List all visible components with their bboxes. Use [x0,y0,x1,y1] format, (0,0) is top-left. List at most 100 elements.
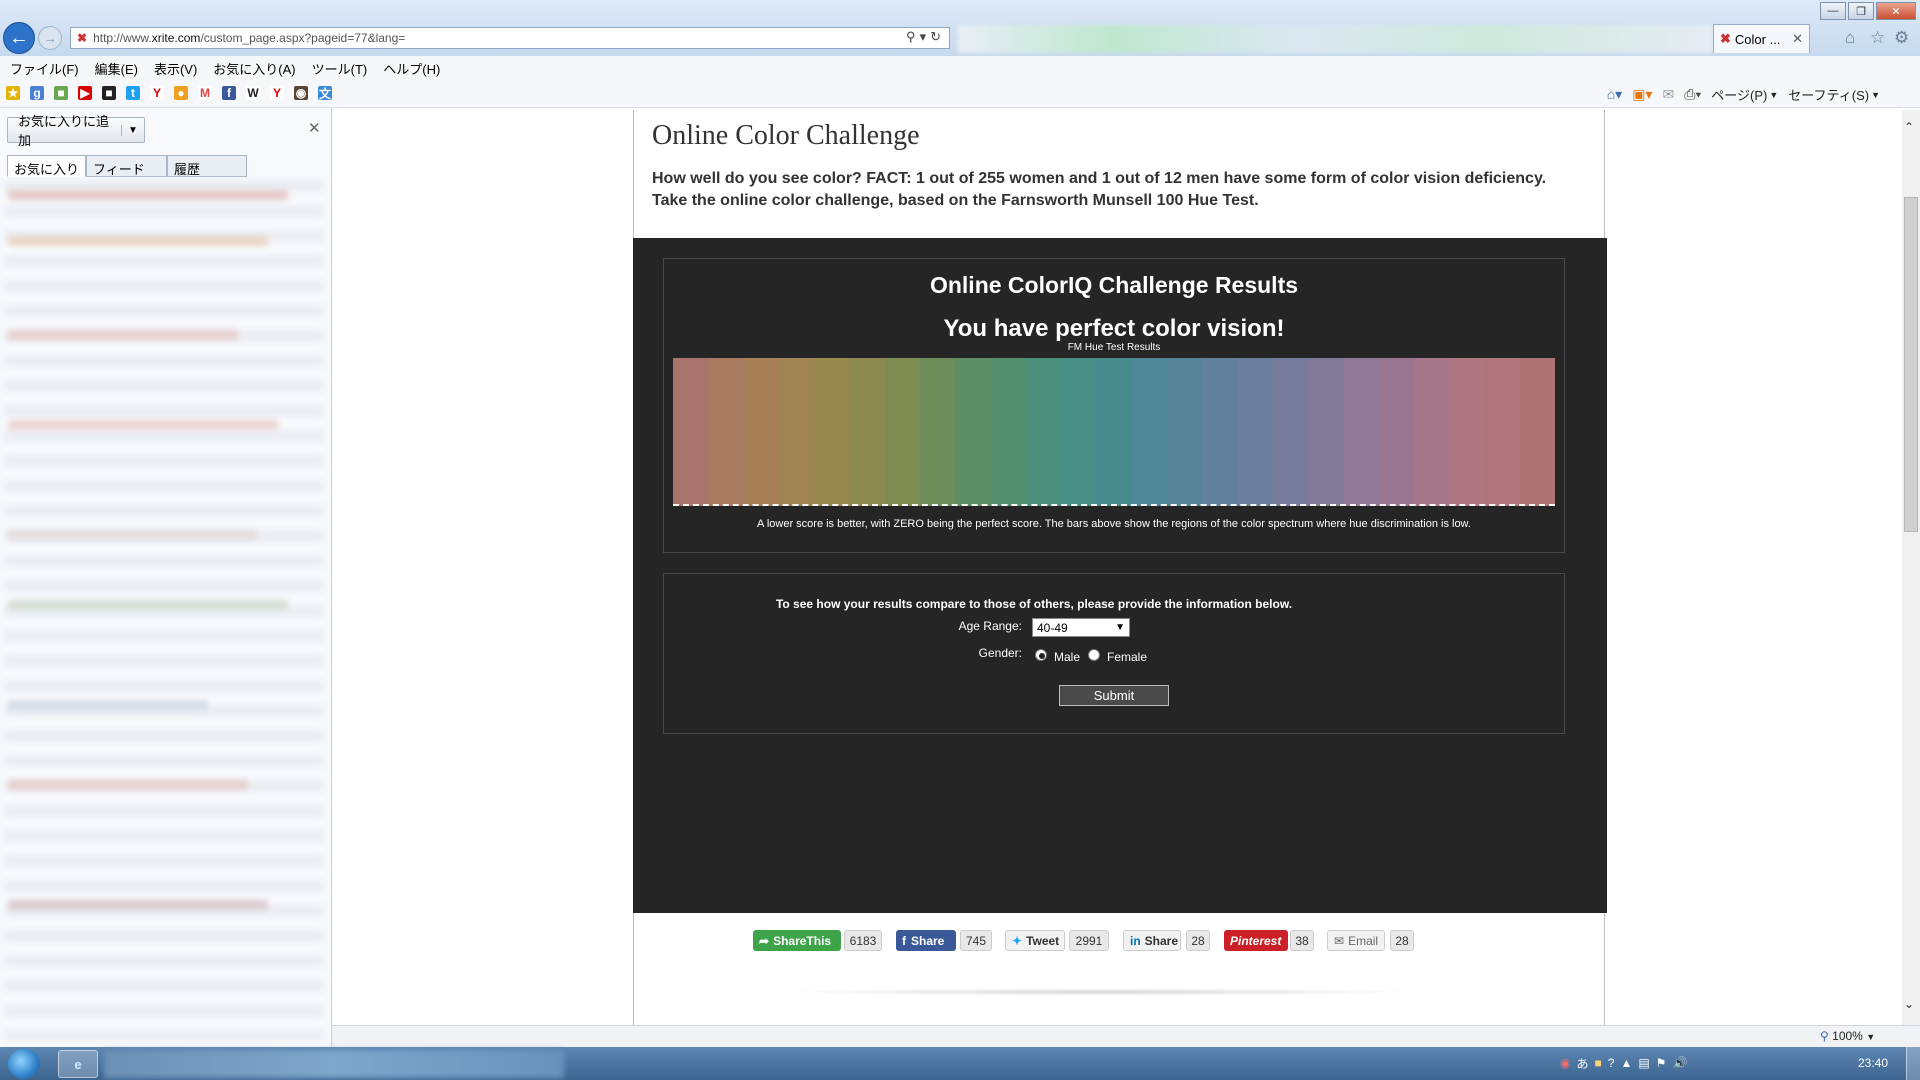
window-close-button[interactable]: ✕ [1876,2,1916,20]
dropdown-icon[interactable]: ▾ [920,29,931,44]
yahoo-icon[interactable]: Y [150,86,164,100]
taskbar-clock[interactable]: 23:40 [1858,1056,1888,1070]
list-item[interactable] [8,900,268,910]
age-range-select[interactable]: 40-49 ▼ [1032,618,1130,637]
gender-female-radio[interactable] [1088,649,1100,661]
menu-tools[interactable]: ツール(T) [312,59,368,78]
flag-icon[interactable]: ⚑ [1656,1056,1667,1070]
internet-explorer-taskbar-button[interactable]: e [58,1050,98,1078]
menu-file[interactable]: ファイル(F) [10,59,79,78]
tab-close-icon[interactable]: ✕ [1792,31,1803,47]
page-menu[interactable]: ページ(P) [1711,85,1767,104]
gender-male-radio[interactable] [1035,649,1047,661]
niconico-icon[interactable]: ■ [102,86,116,100]
minimize-button[interactable]: — [1820,2,1846,20]
blurred-tabs [958,25,1713,53]
gender-male-label[interactable]: Male [1054,650,1080,664]
home-icon[interactable]: ⌂ [1845,28,1855,48]
forward-button[interactable]: → [38,26,62,50]
tab-favorites[interactable]: お気に入り [7,155,86,177]
favorites-list-blurred [4,180,324,1040]
address-tools[interactable]: ⚲▾↻ [906,29,945,45]
menu-favorites[interactable]: お気に入り(A) [213,59,295,78]
tab-history[interactable]: 履歴 [167,155,247,177]
list-item[interactable] [8,330,238,340]
folder-icon[interactable]: ■ [1595,1056,1602,1070]
page-title: Online Color Challenge [652,120,920,151]
refresh-icon[interactable]: ↻ [930,29,945,44]
active-tab[interactable]: ✖ Color ... ✕ [1713,24,1810,53]
tweet-button[interactable]: ✦ Tweet [1005,930,1065,951]
hue-band [1378,358,1414,506]
facebook-share-button[interactable]: f Share [896,930,956,951]
scroll-thumb[interactable] [1904,197,1918,532]
menu-view[interactable]: 表示(V) [154,59,197,78]
sharethis-button[interactable]: ➦ ShareThis [753,930,841,951]
chart-title: FM Hue Test Results [1067,342,1161,353]
hue-band [673,358,709,506]
search-icon[interactable]: ⚲ [906,29,920,44]
scroll-down-icon[interactable]: ⌄ [1904,997,1914,1011]
safety-menu[interactable]: セーフティ(S) [1788,85,1869,104]
maximize-button[interactable]: ❐ [1848,2,1874,20]
submit-button[interactable]: Submit [1059,685,1169,706]
age-range-label: Age Range: [958,619,1022,633]
chart-note: A lower score is better, with ZERO being… [757,518,1471,530]
hue-band [919,358,956,506]
twitter-icon[interactable]: t [126,86,140,100]
email-share-button[interactable]: ✉ Email [1327,930,1385,951]
show-desktop-button[interactable] [1906,1047,1920,1080]
facebook-icon: f [902,933,906,948]
hue-band [1449,358,1485,506]
print-icon[interactable]: ⎙▾ [1684,86,1701,103]
ime-icon[interactable]: あ [1576,1055,1588,1072]
back-button[interactable]: ← [3,22,35,54]
favorites-star-icon[interactable]: ☆ [1870,28,1885,48]
menu-edit[interactable]: 編集(E) [95,59,138,78]
chevron-down-icon[interactable]: ▼ [120,124,144,136]
add-to-favorites-button[interactable]: お気に入りに追加 ▼ [7,114,145,148]
linkedin-share-button[interactable]: in Share [1123,930,1181,951]
close-icon[interactable]: ✕ [308,119,321,137]
rss-site-icon[interactable]: ● [174,86,188,100]
twitter-icon: ✦ [1012,933,1023,948]
list-item[interactable] [8,700,208,710]
scroll-up-icon[interactable]: ⌃ [1904,120,1914,134]
wikipedia-icon[interactable]: W [246,86,260,100]
zoom-level[interactable]: ⚲ 100% ▼ [1820,1029,1875,1043]
settings-gear-icon[interactable]: ⚙ [1894,28,1909,48]
favorites-add-icon[interactable]: ★ [6,86,20,100]
start-button[interactable] [8,1049,40,1079]
tab-feeds[interactable]: フィード [86,155,167,177]
translate-icon[interactable]: 文 [318,86,332,101]
instagram-icon[interactable]: ◉ [294,86,308,100]
hue-band [849,358,885,506]
tray-expand-icon[interactable]: ▲ [1620,1056,1632,1070]
list-item[interactable] [8,420,278,430]
network-icon[interactable]: ▤ [1638,1056,1649,1070]
list-item[interactable] [8,236,268,246]
feed-icon[interactable]: ▣▾ [1632,86,1652,103]
list-item[interactable] [8,600,288,610]
pinterest-button[interactable]: Pinterest [1224,930,1288,951]
shield-icon[interactable]: ◉ [1560,1056,1570,1070]
youtube-icon[interactable]: ▶ [78,86,92,100]
mail-icon[interactable]: ✉ [1662,86,1674,103]
list-item[interactable] [8,190,288,200]
menu-help[interactable]: ヘルプ(H) [383,59,440,78]
gender-female-label[interactable]: Female [1107,650,1147,664]
gmail-icon[interactable]: M [198,86,212,100]
list-item[interactable] [8,530,258,540]
results-title: Online ColorIQ Challenge Results [929,272,1299,298]
volume-icon[interactable]: 🔊 [1672,1056,1687,1070]
hue-band [955,358,991,506]
yahoo-jp-icon[interactable]: Y [270,86,284,100]
google-icon[interactable]: g [30,86,44,100]
maps-icon[interactable]: ■ [54,86,68,100]
help-icon[interactable]: ? [1608,1056,1615,1070]
facebook-icon[interactable]: f [222,86,236,100]
home-cmd-icon[interactable]: ⌂▾ [1607,86,1622,103]
list-item[interactable] [8,780,248,790]
form-intro: To see how your results compare to those… [775,597,1293,611]
address-bar[interactable]: ✖ http://www. xrite.com/custom_page.aspx?… [70,27,950,49]
